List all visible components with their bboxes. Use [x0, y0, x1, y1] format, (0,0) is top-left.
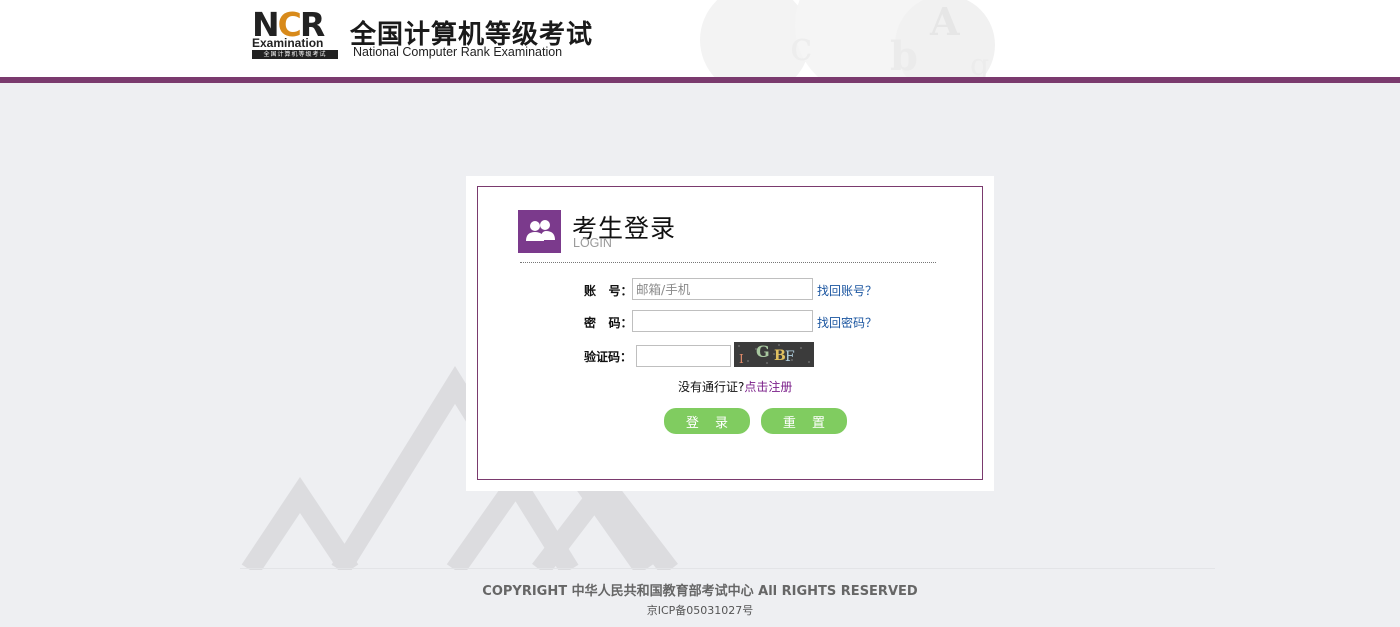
ncre-logo: NCR Examination 全国计算机等级考试 — [252, 8, 342, 60]
reset-button[interactable]: 重 置 — [761, 408, 847, 434]
login-button[interactable]: 登 录 — [664, 408, 750, 434]
svg-text:F: F — [785, 349, 795, 365]
account-input[interactable] — [632, 278, 813, 300]
captcha-label: 验证码： — [584, 350, 633, 364]
svg-text:g: g — [970, 48, 989, 77]
logo-examination-text: Examination — [252, 36, 324, 50]
title-divider — [520, 262, 936, 263]
login-subtitle: LOGIN — [573, 236, 612, 250]
header-decoration: A b g c — [700, 0, 995, 77]
svg-text:b: b — [890, 33, 918, 77]
copyright-text: COPYRIGHT 中华人民共和国教育部考试中心 All RIGHTS RESE… — [482, 584, 918, 599]
icp-text: 京ICP备05031027号 — [646, 604, 754, 617]
find-account-link[interactable]: 找回账号？ — [817, 282, 877, 299]
site-header: A b g c NCR Examination 全国计算机等级考试 全国计算机等… — [0, 0, 1400, 83]
svg-text:I: I — [739, 352, 744, 366]
find-password-link[interactable]: 找回密码？ — [817, 314, 877, 331]
password-input[interactable] — [632, 310, 813, 332]
svg-text:A: A — [929, 0, 960, 44]
users-icon — [518, 210, 561, 253]
svg-text:G: G — [756, 342, 770, 361]
password-label: 密 码： — [584, 316, 633, 330]
svg-text:c: c — [790, 24, 812, 70]
register-link[interactable]: 点击注册 — [744, 380, 792, 394]
register-prompt: 没有通行证?点击注册 — [678, 380, 793, 394]
footer-divider — [240, 568, 1215, 569]
account-label: 账 号： — [584, 284, 633, 298]
captcha-image[interactable]: I G B F — [734, 342, 814, 367]
logo-bar-text: 全国计算机等级考试 — [252, 50, 338, 59]
captcha-input[interactable] — [636, 345, 731, 367]
brand-title-en: National Computer Rank Examination — [353, 45, 563, 59]
